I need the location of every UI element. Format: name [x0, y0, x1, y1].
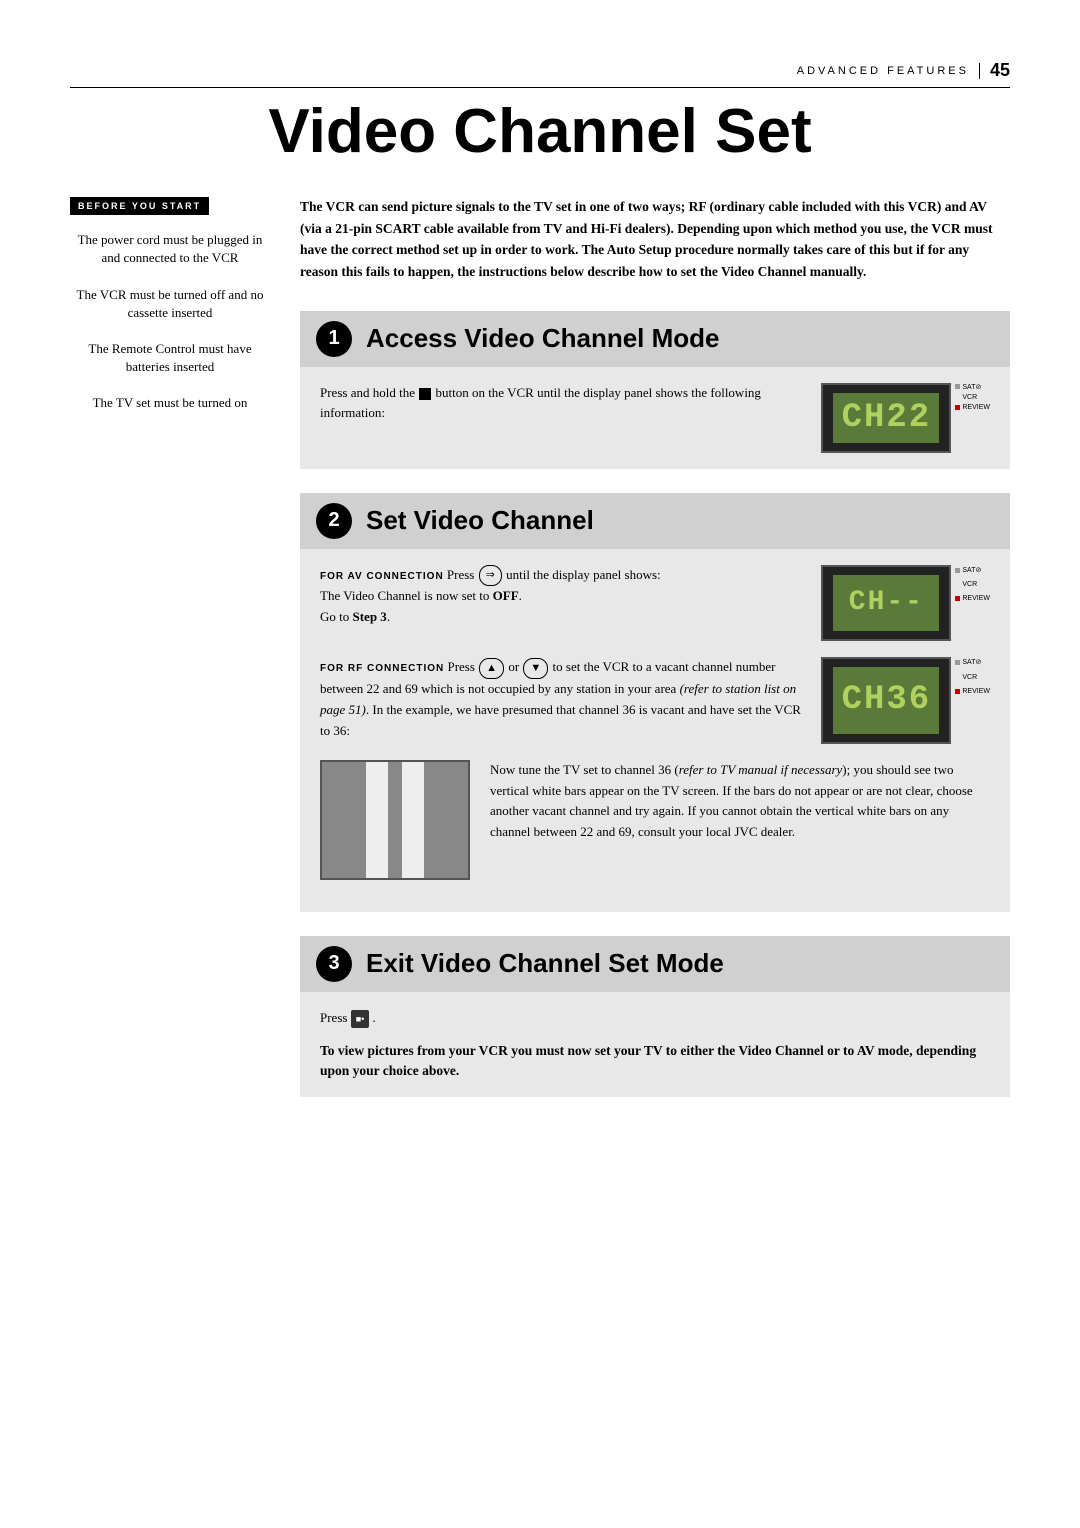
lcd-screen-rf: CH36 [833, 667, 939, 733]
before-you-start-label: BEFORE YOU START [70, 197, 209, 215]
main-column: The VCR can send picture signals to the … [300, 196, 1010, 1121]
sidebar: BEFORE YOU START The power cord must be … [70, 196, 270, 1121]
review-label-av: REVIEW [955, 593, 990, 604]
vcr-label-1: VCR [955, 394, 990, 401]
rf-connection-row: FOR RF CONNECTION Press ▲ or ▼ to set th… [320, 657, 990, 743]
lcd-display-1: CH22 [821, 383, 951, 453]
vcr-text-1: VCR [955, 394, 977, 401]
step-3-header: 3 Exit Video Channel Set Mode [300, 936, 1010, 992]
rf-up-arrow-icon: ▲ [479, 658, 504, 680]
content-area: BEFORE YOU START The power cord must be … [70, 196, 1010, 1121]
step-2-number: 2 [316, 503, 352, 539]
lcd-digits-1: CH22 [842, 399, 932, 437]
intro-text: The VCR can send picture signals to the … [300, 196, 1010, 282]
rf-down-arrow-icon: ▼ [523, 658, 548, 680]
review-label-rf: REVIEW [955, 686, 990, 697]
sat-dot-1 [955, 384, 960, 389]
sat-text-rf: SAT⊘ [962, 657, 981, 668]
vcr-text-rf: VCR [955, 672, 977, 683]
sat-text-av: SAT⊘ [962, 565, 981, 576]
step-2-section: 2 Set Video Channel FOR AV CONNECTION Pr… [300, 493, 1010, 912]
step-1-section: 1 Access Video Channel Mode Press and ho… [300, 311, 1010, 469]
step-2-title: Set Video Channel [366, 505, 594, 536]
step-1-header: 1 Access Video Channel Mode [300, 311, 1010, 367]
lcd-screen-1: CH22 [833, 393, 939, 443]
final-bold-text: To view pictures from your VCR you must … [320, 1041, 990, 1082]
av-note-1: The Video Channel is now set to OFF. [320, 588, 522, 603]
lcd-display-av: CH-- [821, 565, 951, 642]
press-button-icon: ■• [351, 1010, 370, 1028]
rf-connection-text: FOR RF CONNECTION Press ▲ or ▼ to set th… [320, 657, 801, 741]
av-arrow-icon: ⇒ [479, 565, 502, 587]
section-label: ADVANCED FEATURES [797, 65, 969, 77]
review-dot-rf [955, 689, 960, 694]
review-dot-av [955, 596, 960, 601]
vcr-text-av: VCR [955, 579, 977, 590]
sidebar-item-2: The VCR must be turned off and no casset… [70, 286, 270, 322]
step-2-display-av: CH-- SAT⊘ VCR [821, 565, 990, 642]
tv-bars-container: Now tune the TV set to channel 36 (refer… [320, 760, 990, 880]
header-divider [979, 63, 980, 79]
display-side-info-av: SAT⊘ VCR REVIEW [955, 565, 990, 605]
step-3-number: 3 [316, 946, 352, 982]
step-2-body: FOR AV CONNECTION Press ⇒ until the disp… [300, 549, 1010, 912]
sat-dot-av [955, 568, 960, 573]
av-note-2: Go to Step 3. [320, 609, 390, 624]
step-2-display-rf: CH36 SAT⊘ VCR [821, 657, 990, 743]
lcd-digits-rf: CH36 [842, 673, 932, 727]
rf-connection-label: FOR RF CONNECTION [320, 663, 444, 674]
lcd-display-rf: CH36 [821, 657, 951, 743]
display-side-info-rf: SAT⊘ VCR REVIEW [955, 657, 990, 697]
av-connection-label: FOR AV CONNECTION [320, 571, 444, 582]
page-number: 45 [990, 60, 1010, 81]
step-3-body: Press ■• . To view pictures from your VC… [300, 992, 1010, 1097]
page: ADVANCED FEATURES 45 Video Channel Set B… [0, 0, 1080, 1528]
sat-text-1: SAT⊘ [962, 383, 981, 391]
step-3-section: 3 Exit Video Channel Set Mode Press ■• .… [300, 936, 1010, 1097]
step-1-number: 1 [316, 321, 352, 357]
sat-label-av: SAT⊘ [955, 565, 990, 576]
step-1-display: CH22 SAT⊘ VCR [821, 383, 990, 453]
sidebar-item-3: The Remote Control must have batteries i… [70, 340, 270, 376]
step-1-body: Press and hold the button on the VCR unt… [300, 367, 1010, 469]
review-text-rf: REVIEW [962, 686, 990, 697]
step-1-title: Access Video Channel Mode [366, 323, 720, 354]
lcd-screen-av: CH-- [833, 575, 939, 632]
vcr-label-av: VCR [955, 579, 990, 590]
review-dot-1 [955, 405, 960, 410]
press-button-text: Press ■• . [320, 1008, 990, 1029]
review-text-av: REVIEW [962, 593, 990, 604]
step-1-text: Press and hold the button on the VCR unt… [320, 383, 801, 425]
stop-button-icon [419, 388, 431, 400]
sidebar-item-1: The power cord must be plugged in and co… [70, 231, 270, 267]
lcd-digits-av: CH-- [849, 581, 924, 626]
sidebar-item-4: The TV set must be turned on [70, 394, 270, 412]
vcr-label-rf: VCR [955, 672, 990, 683]
av-connection-text: FOR AV CONNECTION Press ⇒ until the disp… [320, 565, 801, 628]
tv-bars-image [320, 760, 470, 880]
step-3-title: Exit Video Channel Set Mode [366, 948, 724, 979]
tv-bar-2 [402, 762, 424, 878]
page-title: Video Channel Set [70, 98, 1010, 166]
display-side-info-1: SAT⊘ VCR REVIEW [955, 383, 990, 411]
tv-bar-1 [366, 762, 388, 878]
tv-bars-text: Now tune the TV set to channel 36 (refer… [490, 760, 990, 843]
step-2-header: 2 Set Video Channel [300, 493, 1010, 549]
review-text-1: REVIEW [962, 404, 990, 411]
sat-dot-rf [955, 660, 960, 665]
av-connection-row: FOR AV CONNECTION Press ⇒ until the disp… [320, 565, 990, 642]
review-label-1: REVIEW [955, 404, 990, 411]
sat-label-1: SAT⊘ [955, 383, 990, 391]
page-header: ADVANCED FEATURES 45 [70, 60, 1010, 88]
sat-label-rf: SAT⊘ [955, 657, 990, 668]
